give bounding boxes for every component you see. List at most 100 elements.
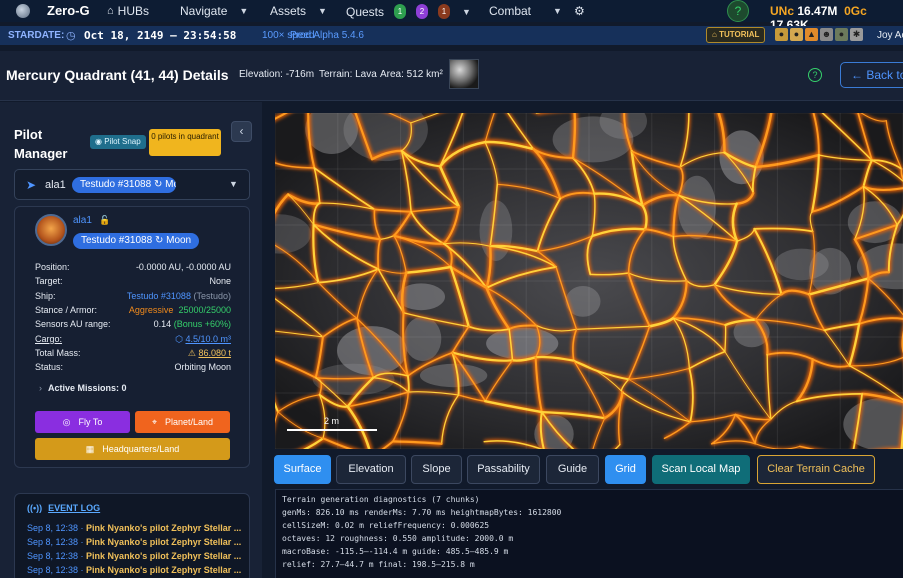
help-icon[interactable]: ? xyxy=(808,68,822,82)
tutorial-button[interactable]: ⌂ TUTORIAL xyxy=(706,27,766,43)
mass-link[interactable]: 86.080 t xyxy=(198,348,231,358)
settings-gear-icon[interactable]: ⚙ xyxy=(574,4,585,18)
broadcast-icon: ((•)) xyxy=(27,503,43,513)
terrain-map[interactable] xyxy=(275,113,903,449)
fly-to-button[interactable]: ◎ Fly To xyxy=(35,411,130,433)
nav-quests-label: Quests xyxy=(346,4,385,19)
brand-name[interactable]: Zero-G xyxy=(47,3,90,18)
event-log-entry[interactable]: Sep 8, 12:38 · Pink Nyanko's pilot Zephy… xyxy=(27,565,249,575)
nav-quests[interactable]: Quests 1 2 1 ▼ xyxy=(346,4,471,19)
quest-badge-purple[interactable]: 2 xyxy=(416,4,429,19)
ash-patch xyxy=(419,363,488,388)
nav-hubs-label: HUBs xyxy=(117,4,149,18)
nav-hubs[interactable]: ⌂ HUBs xyxy=(107,4,149,18)
ship-pill[interactable]: Testudo #31088 ↻ Moon xyxy=(73,233,200,249)
planet-land-button[interactable]: ⌖ Planet/Land xyxy=(135,411,230,433)
cargo-label[interactable]: Cargo: xyxy=(35,334,62,344)
pilots-in-quadrant-badge: 0 pilots in quadrant xyxy=(149,129,221,156)
planet-thumbnail[interactable] xyxy=(449,59,479,89)
tab-surface[interactable]: Surface xyxy=(274,455,331,484)
quest-badge-brown[interactable]: 1 xyxy=(438,4,451,19)
position-value: -0.0000 AU, -0.0000 AU xyxy=(135,262,231,272)
pilot-manager-panel: Pilot Manager ◉ Pilot Snap 0 pilots in q… xyxy=(0,102,262,578)
headquarters-land-button[interactable]: ▦ Headquarters/Land xyxy=(35,438,230,460)
stance-label: Stance / Armor: xyxy=(35,305,98,315)
tab-guide[interactable]: Guide xyxy=(546,455,599,484)
tab-slope[interactable]: Slope xyxy=(411,455,462,484)
sensors-range: 0.14 xyxy=(153,319,172,329)
back-button[interactable]: ← Back to xyxy=(840,62,903,88)
event-text: Pink Nyanko's pilot Zephyr Stellar ... xyxy=(86,551,242,561)
quadrant-header: Mercury Quadrant (41, 44) Details Elevat… xyxy=(0,51,903,101)
chevron-right-icon: › xyxy=(39,383,42,393)
planet-icon[interactable]: ● xyxy=(835,28,848,41)
diagnostics-title: Terrain generation diagnostics (7 chunks… xyxy=(282,495,480,504)
user-name[interactable]: Joy Ac xyxy=(877,30,903,41)
lava-terrain-render[interactable] xyxy=(275,113,903,449)
stardate-value: Oct 18, 2149 — 23:54:58 xyxy=(84,29,237,42)
tutorial-label: TUTORIAL xyxy=(719,30,760,39)
help-icon[interactable]: ? xyxy=(727,0,749,22)
tab-grid[interactable]: Grid xyxy=(605,455,646,484)
ship-label: Ship: xyxy=(35,291,56,301)
clear-terrain-cache-button[interactable]: Clear Terrain Cache xyxy=(757,455,875,484)
nav-assets[interactable]: Assets ▼ xyxy=(270,4,327,18)
lock-icon[interactable]: 🔓 xyxy=(99,215,110,226)
sensors-bonus: (Bonus +60%) xyxy=(173,319,231,329)
tab-passability[interactable]: Passability xyxy=(467,455,540,484)
status-row: Status: Orbiting Moon xyxy=(35,362,231,374)
badge-icon[interactable]: ● xyxy=(790,28,803,41)
stardate-bar: STARDATE: ◷ Oct 18, 2149 — 23:54:58 100×… xyxy=(0,26,903,45)
unc-value: 16.47M xyxy=(797,4,838,18)
skull-icon[interactable]: ☻ xyxy=(820,28,833,41)
nav-assets-label: Assets xyxy=(270,4,307,18)
top-navbar: Zero-G ⌂ HUBs Navigate ▼ Assets ▼ Quests… xyxy=(0,0,903,32)
planet-logo-icon[interactable] xyxy=(16,4,30,18)
event-log-title[interactable]: ((•)) EVENT LOG xyxy=(27,503,100,513)
collapse-panel-button[interactable]: ‹ xyxy=(231,121,252,142)
event-log-entry[interactable]: Sep 8, 12:38 · Pink Nyanko's pilot Zephy… xyxy=(27,537,249,547)
nav-combat[interactable]: Combat ▼ xyxy=(489,4,562,18)
arrow-left-icon: ← xyxy=(851,68,863,82)
pilot-avatar[interactable] xyxy=(35,214,67,246)
nav-combat-label: Combat xyxy=(489,4,532,18)
scale-bar xyxy=(287,429,377,431)
medal-icon[interactable]: ● xyxy=(775,28,788,41)
event-log-entry[interactable]: Sep 8, 12:38 · Pink Nyanko's pilot Zephy… xyxy=(27,523,249,533)
quest-badge-green[interactable]: 1 xyxy=(394,4,407,19)
warning-icon[interactable]: ▲ xyxy=(805,28,818,41)
ash-patch xyxy=(403,316,442,362)
status-value[interactable]: Orbiting Moon xyxy=(174,362,231,372)
graduation-cap-icon: ⌂ xyxy=(712,30,717,39)
cargo-link[interactable]: 4.5/10.0 m³ xyxy=(185,334,231,344)
sensors-label: Sensors AU range: xyxy=(35,319,111,329)
cube-icon: ⬡ xyxy=(175,334,183,344)
nav-navigate[interactable]: Navigate ▼ xyxy=(180,4,248,18)
cargo-value: ⬡ 4.5/10.0 m³ xyxy=(175,334,231,345)
sensors-value: 0.14 (Bonus +60%) xyxy=(154,319,231,329)
event-text: Pink Nyanko's pilot Zephyr Stellar ... xyxy=(86,523,242,533)
gear-badge-icon[interactable]: ✱ xyxy=(850,28,863,41)
pilot-select-dropdown[interactable]: ➤ ala1 Testudo #31088 ↻ Mc ▼ xyxy=(14,169,250,200)
pilot-name-link[interactable]: ala1 xyxy=(73,215,92,226)
event-log-panel: ((•)) EVENT LOG Sep 8, 12:38 · Pink Nyank… xyxy=(14,493,250,578)
target-label: Target: xyxy=(35,276,63,286)
active-missions-toggle[interactable]: › Active Missions: 0 xyxy=(39,383,127,393)
ship-link[interactable]: Testudo #31088 xyxy=(127,291,191,301)
ship-class: (Testudo) xyxy=(193,291,231,301)
chevron-down-icon: ▼ xyxy=(318,6,327,16)
event-log-label: EVENT LOG xyxy=(48,503,101,513)
sensors-row: Sensors AU range: 0.14 (Bonus +60%) xyxy=(35,319,231,331)
map-scale: 2 m xyxy=(287,416,377,431)
selected-pilot-name: ala1 xyxy=(45,179,66,191)
pilot-snap-button[interactable]: ◉ Pilot Snap xyxy=(90,135,146,149)
camera-icon: ◉ xyxy=(95,137,102,146)
diagnostics-line: macroBase: -115.5–-114.4 m guide: 485.5–… xyxy=(282,547,509,556)
event-log-entry[interactable]: Sep 8, 12:38 · Pink Nyanko's pilot Zephy… xyxy=(27,551,249,561)
armor-value: 25000/25000 xyxy=(178,305,231,315)
scan-local-map-button[interactable]: Scan Local Map xyxy=(652,455,750,484)
tab-elevation[interactable]: Elevation xyxy=(336,455,406,484)
stance-row: Stance / Armor: Aggressive 25000/25000 xyxy=(35,305,231,317)
scale-label: 2 m xyxy=(324,416,340,426)
stance-link[interactable]: Aggressive xyxy=(129,305,174,315)
